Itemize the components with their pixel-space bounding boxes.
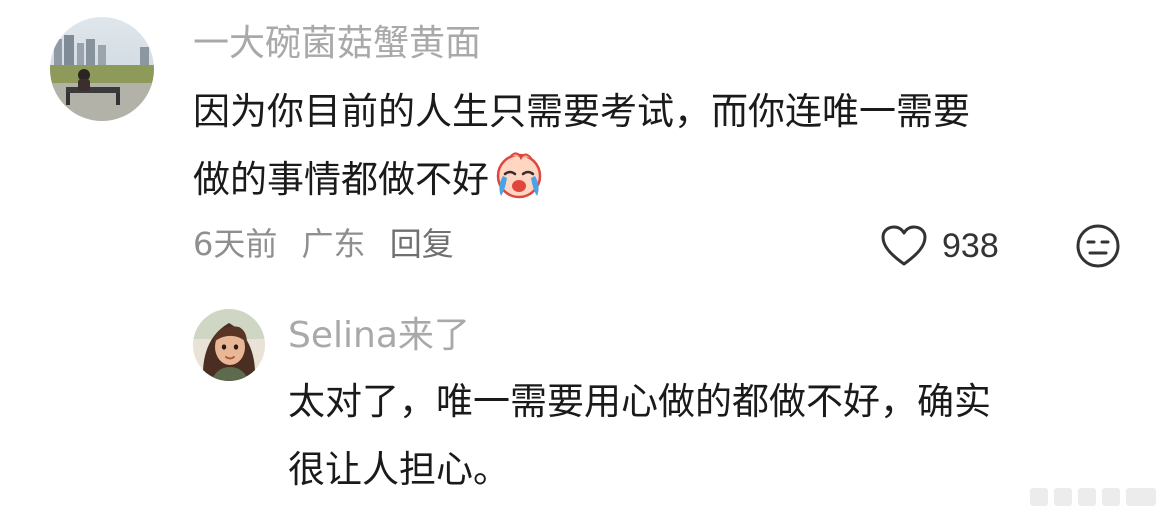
comment-body: 因为你目前的人生只需要考试，而你连唯一需要 做的事情都做不好: [193, 78, 1113, 214]
comment-text-line-2-wrap: 做的事情都做不好: [193, 146, 1113, 214]
avatar-illustration: [193, 309, 265, 381]
reply-text-line-2: 很让人担心。: [288, 448, 510, 491]
avatar-photo: [50, 17, 154, 121]
like-button[interactable]: 938: [880, 222, 999, 270]
comment-text-line-1: 因为你目前的人生只需要考试，而你连唯一需要: [193, 90, 970, 133]
reply-button[interactable]: 回复: [390, 225, 454, 263]
like-count: 938: [942, 226, 999, 265]
reply-username[interactable]: Selina来了: [288, 314, 470, 358]
reply-text-line-1: 太对了，唯一需要用心做的都做不好，确实: [288, 380, 991, 423]
comment-meta: 6天前 广东 回复: [193, 222, 468, 266]
comment-username[interactable]: 一大碗菌菇蟹黄面: [193, 22, 481, 66]
user-avatar[interactable]: [50, 17, 154, 121]
crying-face-emoji-icon: [496, 152, 542, 199]
comment-time: 6天前: [193, 225, 278, 263]
watermark-logo: [1030, 488, 1156, 506]
comment-text-line-2: 做的事情都做不好: [193, 158, 489, 201]
meh-face-icon[interactable]: [1075, 223, 1121, 269]
reply-user-avatar[interactable]: [193, 309, 265, 381]
comment-location: 广东: [301, 225, 366, 263]
reply-body: 太对了，唯一需要用心做的都做不好，确实 很让人担心。: [288, 368, 1128, 504]
heart-icon: [881, 225, 927, 266]
